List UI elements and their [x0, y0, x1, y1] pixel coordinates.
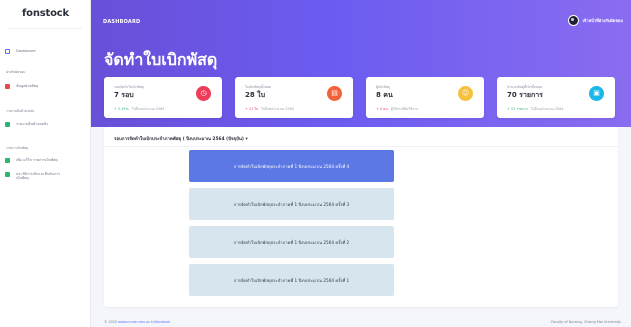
divider — [104, 146, 618, 147]
divider — [8, 28, 82, 29]
sidebar-heading: รายงานสินค้าคงคลัง — [6, 109, 35, 113]
sidebar-item-dashboard[interactable]: Dashboard — [5, 49, 89, 54]
stat-value: 8 คน — [376, 91, 393, 99]
stat-footer: + 4 คน ผู้ใช้งานที่ยังใช้งาน — [376, 107, 418, 112]
clock-icon: ◷ — [196, 86, 211, 101]
avatar-icon — [567, 15, 579, 26]
sidebar-item-request-history[interactable]: ประวัติการเบิกและยืนยันการเบิกพัสดุ — [5, 172, 89, 181]
stat-note: ในปีงบประมาณ 2564 — [261, 107, 294, 111]
request-rounds-panel: รอบการจัดทำใบเบิกประจำภาคพัสดุ ( ปีงบประ… — [104, 127, 618, 307]
stat-footer: + 11 ใบ ในปีงบประมาณ 2564 — [245, 107, 294, 112]
stat-footer: + 2.19% ในปีงบประมาณ 2564 — [114, 107, 164, 112]
stat-card-users: ผู้เบิกพัสดุ 8 คน + 4 คน ผู้ใช้งานที่ยังใ… — [366, 77, 484, 118]
sidebar-item-inventory-report[interactable]: รายงานสินค้าคงคลัง — [5, 122, 89, 127]
users-icon: ☺ — [458, 86, 473, 101]
user-name: เจ้าหน้าที่ฝ่ายรับผิดชอบ — [582, 18, 623, 23]
request-round-button[interactable]: การจัดทำใบเบิกพัสดุประจำภาคที่ 1 ปีงบประ… — [189, 150, 394, 182]
copyright-text: © 2020 — [104, 320, 118, 324]
stat-note: ผู้ใช้งานที่ยังใช้งาน — [390, 107, 419, 111]
report-icon — [5, 122, 10, 127]
request-round-button[interactable]: การจัดทำใบเบิกพัสดุประจำภาคที่ 1 ปีงบประ… — [189, 264, 394, 296]
page-section-title: DASHBOARD — [103, 19, 141, 25]
stat-note: ในปีงบประมาณ 2564 — [530, 107, 564, 111]
stat-delta: + 2.19% — [114, 107, 129, 111]
sidebar-heading: รายการเบิกพัสดุ — [6, 146, 28, 150]
footer-link[interactable]: www.nurse.cmu.ac.th/fonstock — [118, 320, 170, 324]
stat-value: 28 ใบ — [245, 91, 266, 99]
stat-card-rounds: รอบจัดทำใบเบิกพัสดุ 7 รอบ + 2.19% ในปีงบป… — [104, 77, 222, 118]
sidebar-heading: ฝ่ายรับผิดชอบ — [6, 70, 26, 74]
page-title: จัดทำใบเบิกพัสดุ — [104, 50, 218, 69]
stat-card-items: จำนวนพัสดุที่เบิกทั้งหมด 70 รายการ + 12 … — [497, 77, 615, 118]
stat-delta: + 12 รายการ — [507, 107, 528, 111]
stat-footer: + 12 รายการ ในปีงบประมาณ 2564 — [507, 107, 564, 112]
history-icon — [5, 172, 10, 177]
sidebar-item-label: เพิ่ม แก้ไข รายการเบิกพัสดุ — [16, 158, 58, 162]
stat-value: 70 รายการ — [507, 91, 543, 99]
request-round-button[interactable]: การจัดทำใบเบิกพัสดุประจำภาคที่ 1 ปีงบประ… — [189, 226, 394, 258]
sidebar-item-label: รายงานสินค้าคงคลัง — [16, 122, 48, 126]
footer-organization: Faculty of Nursing, Chiang Mai Universit… — [551, 320, 621, 324]
document-icon — [5, 84, 10, 89]
box-icon: ▣ — [589, 86, 604, 101]
user-menu[interactable]: เจ้าหน้าที่ฝ่ายรับผิดชอบ — [567, 15, 623, 26]
footer-copyright: © 2020 www.nurse.cmu.ac.th/fonstock — [104, 320, 170, 324]
sidebar-item-edit-requests[interactable]: เพิ่ม แก้ไข รายการเบิกพัสดุ — [5, 158, 89, 163]
fiscal-year-selector[interactable]: รอบการจัดทำใบเบิกประจำภาคพัสดุ ( ปีงบประ… — [114, 135, 248, 142]
sidebar-item-label: ข้อมูลฝ่ายพัสดุ — [16, 84, 39, 88]
sidebar-item-supply-info[interactable]: ข้อมูลฝ่ายพัสดุ — [5, 84, 89, 89]
dashboard-icon — [5, 49, 10, 54]
edit-icon — [5, 158, 10, 163]
stat-value: 7 รอบ — [114, 91, 134, 99]
stat-card-requests: ใบเบิกพัสดุทั้งหมด 28 ใบ + 11 ใบ ในปีงบปร… — [235, 77, 353, 118]
sidebar-item-label: Dashboard — [16, 49, 36, 53]
stat-note: ในปีงบประมาณ 2564 — [131, 107, 165, 111]
request-round-button[interactable]: การจัดทำใบเบิกพัสดุประจำภาคที่ 1 ปีงบประ… — [189, 188, 394, 220]
stat-delta: + 4 คน — [376, 107, 388, 111]
document-icon: ▤ — [327, 86, 342, 101]
stat-delta: + 11 ใบ — [245, 107, 259, 111]
brand-logo[interactable]: fonstock — [0, 8, 91, 19]
sidebar: fonstock Dashboard ฝ่ายรับผิดชอบ ข้อมูลฝ… — [0, 0, 91, 327]
sidebar-item-label: ประวัติการเบิกและยืนยันการเบิกพัสดุ — [16, 172, 61, 181]
